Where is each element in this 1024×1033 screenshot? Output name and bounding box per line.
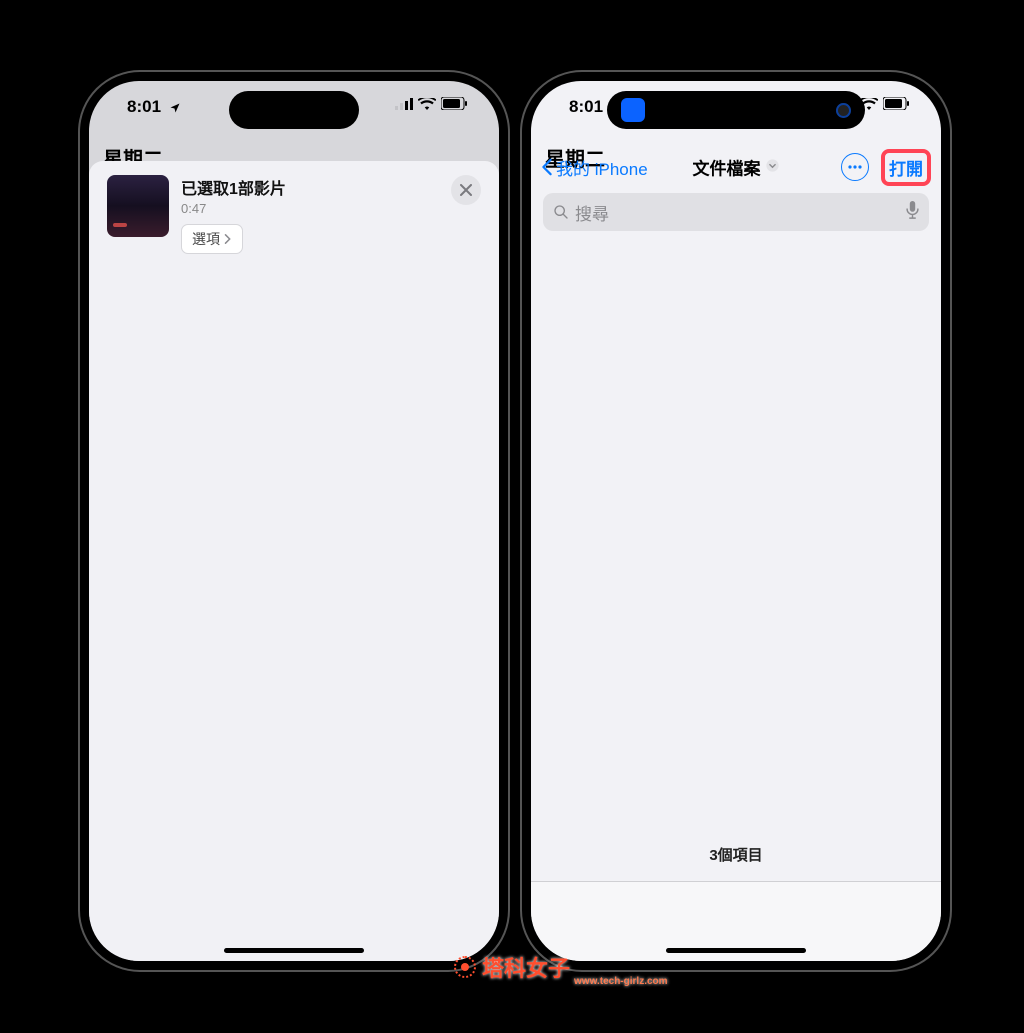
chevron-down-icon xyxy=(766,157,780,177)
item-count-label: 3個項目 xyxy=(531,844,941,865)
back-label: 我的 iPhone xyxy=(556,155,648,180)
back-button[interactable]: 我的 iPhone xyxy=(541,155,648,180)
battery-icon xyxy=(441,97,467,110)
open-button[interactable]: 打開 xyxy=(889,155,923,180)
dynamic-island xyxy=(229,91,359,129)
wifi-icon xyxy=(418,98,436,110)
options-button[interactable]: 選項 xyxy=(181,224,243,254)
search-input[interactable]: 搜尋 xyxy=(543,193,929,231)
sheet-title: 已選取1部影片 xyxy=(181,175,439,199)
battery-icon xyxy=(883,97,909,110)
dictate-icon[interactable] xyxy=(906,201,919,224)
status-time: 8:01 xyxy=(127,97,161,117)
location-arrow-icon xyxy=(169,99,181,119)
search-icon xyxy=(553,204,569,220)
search-placeholder: 搜尋 xyxy=(575,200,609,225)
watermark: 塔科女子 www.tech-girlz.com xyxy=(454,951,570,983)
navigation-bar: 我的 iPhone 文件檔案 打開 xyxy=(531,145,941,189)
close-button[interactable] xyxy=(451,175,481,205)
selected-media-thumbnail[interactable] xyxy=(107,175,169,237)
home-indicator[interactable] xyxy=(224,948,364,953)
more-options-button[interactable] xyxy=(841,153,869,181)
ellipsis-icon xyxy=(848,165,862,169)
share-sheet: 已選取1部影片 0:47 選項 xyxy=(89,161,499,961)
status-time: 8:01 xyxy=(569,97,603,117)
options-label: 選項 xyxy=(192,229,220,249)
close-icon xyxy=(460,184,472,196)
media-duration: 0:47 xyxy=(181,201,439,216)
cellular-signal-icon xyxy=(395,98,413,110)
annotation-highlight: 打開 xyxy=(881,149,931,186)
home-indicator[interactable] xyxy=(666,948,806,953)
dynamic-island[interactable] xyxy=(607,91,865,129)
folder-title[interactable]: 文件檔案 xyxy=(693,155,780,180)
